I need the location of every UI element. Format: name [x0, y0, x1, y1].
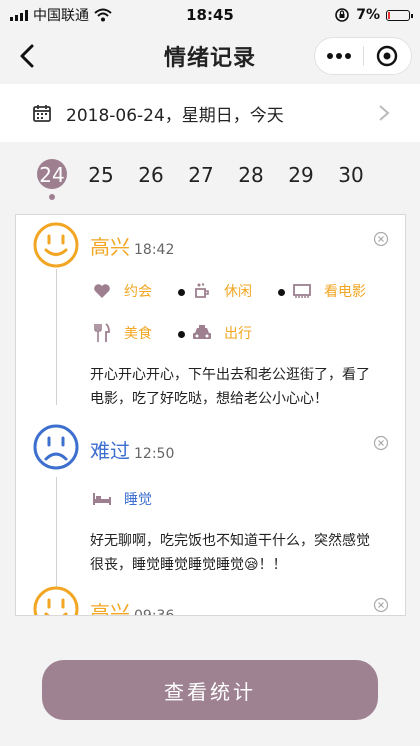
nav-bar: 情绪记录 [0, 30, 420, 82]
battery-percent: 7% [356, 7, 380, 23]
mood-label: 难过 12:50 [90, 435, 174, 464]
day-item[interactable]: 30 [331, 156, 371, 194]
day-strip: 24 25 26 27 28 29 30 [0, 150, 420, 200]
view-statistics-button[interactable]: 查看统计 [42, 660, 378, 720]
day-item[interactable]: 25 [81, 156, 121, 194]
calendar-icon [33, 105, 51, 122]
heart-icon [92, 281, 112, 301]
chevron-right-icon [379, 105, 390, 121]
taxi-icon [192, 323, 212, 343]
entry-time: 09:36 [134, 608, 175, 616]
page-title: 情绪记录 [163, 46, 256, 71]
tag-separator [278, 289, 285, 296]
back-arrow-icon[interactable] [10, 38, 46, 74]
day-item[interactable]: 27 [181, 156, 221, 194]
sad-face-icon [33, 424, 79, 470]
drink-icon [192, 281, 212, 301]
mood-label: 高兴 18:42 [90, 231, 174, 260]
mood-label: 高兴 09:36 [90, 597, 175, 616]
date-selector[interactable]: 2018-06-24，星期日，今天 [0, 84, 420, 142]
mood-text: 难过 [90, 439, 130, 463]
wifi-icon [94, 8, 112, 22]
mood-text: 高兴 [90, 235, 130, 259]
happy-face-icon [33, 586, 79, 615]
day-item[interactable]: 29 [281, 156, 321, 194]
entry-time: 18:42 [134, 242, 175, 258]
current-date: 2018-06-24，星期日，今天 [66, 105, 284, 126]
fork-knife-icon [92, 323, 112, 343]
delete-icon[interactable] [373, 435, 389, 451]
tag-food: 美食 [92, 323, 152, 343]
close-target-icon[interactable] [364, 45, 411, 67]
tag-travel: 出行 [192, 323, 252, 343]
delete-icon[interactable] [373, 597, 389, 613]
rotation-lock-icon [335, 8, 350, 22]
miniprogram-capsule [314, 37, 412, 75]
happy-face-icon [33, 222, 79, 268]
day-item[interactable]: 26 [131, 156, 171, 194]
status-time: 18:45 [186, 6, 234, 24]
battery-icon [386, 9, 413, 21]
day-item-selected[interactable]: 24 [32, 156, 72, 200]
mood-text: 高兴 [90, 601, 130, 616]
signal-icon [10, 9, 28, 21]
screen-icon [292, 281, 312, 301]
bed-icon [92, 489, 112, 509]
carrier-label: 中国联通 [33, 8, 89, 24]
tag-leisure: 休闲 [192, 281, 252, 301]
tag-sleep: 睡觉 [92, 489, 152, 509]
entry-time: 12:50 [134, 446, 175, 462]
tag-movie: 看电影 [292, 281, 366, 301]
tag-date: 约会 [92, 281, 152, 301]
delete-icon[interactable] [373, 231, 389, 247]
entry-note: 开心开心开心，下午出去和老公逛街了，看了 电影，吃了好吃哒，想给老公小心心！ [90, 367, 370, 407]
timeline-line [56, 269, 57, 405]
day-item[interactable]: 28 [231, 156, 271, 194]
status-bar: 中国联通 18:45 7% [0, 0, 420, 30]
mood-record-list[interactable]: 高兴 18:42 约会 休闲 看电影 美食 出行 开心开心开心，下午出去和老公逛街… [15, 214, 406, 616]
more-icon[interactable] [315, 53, 363, 59]
timeline-line [56, 477, 57, 589]
tag-separator [178, 331, 185, 338]
entry-note: 好无聊啊，吃完饭也不知道干什么，突然感觉 很丧，睡觉睡觉睡觉睡觉😪！！ [90, 533, 370, 573]
tag-separator [178, 289, 185, 296]
